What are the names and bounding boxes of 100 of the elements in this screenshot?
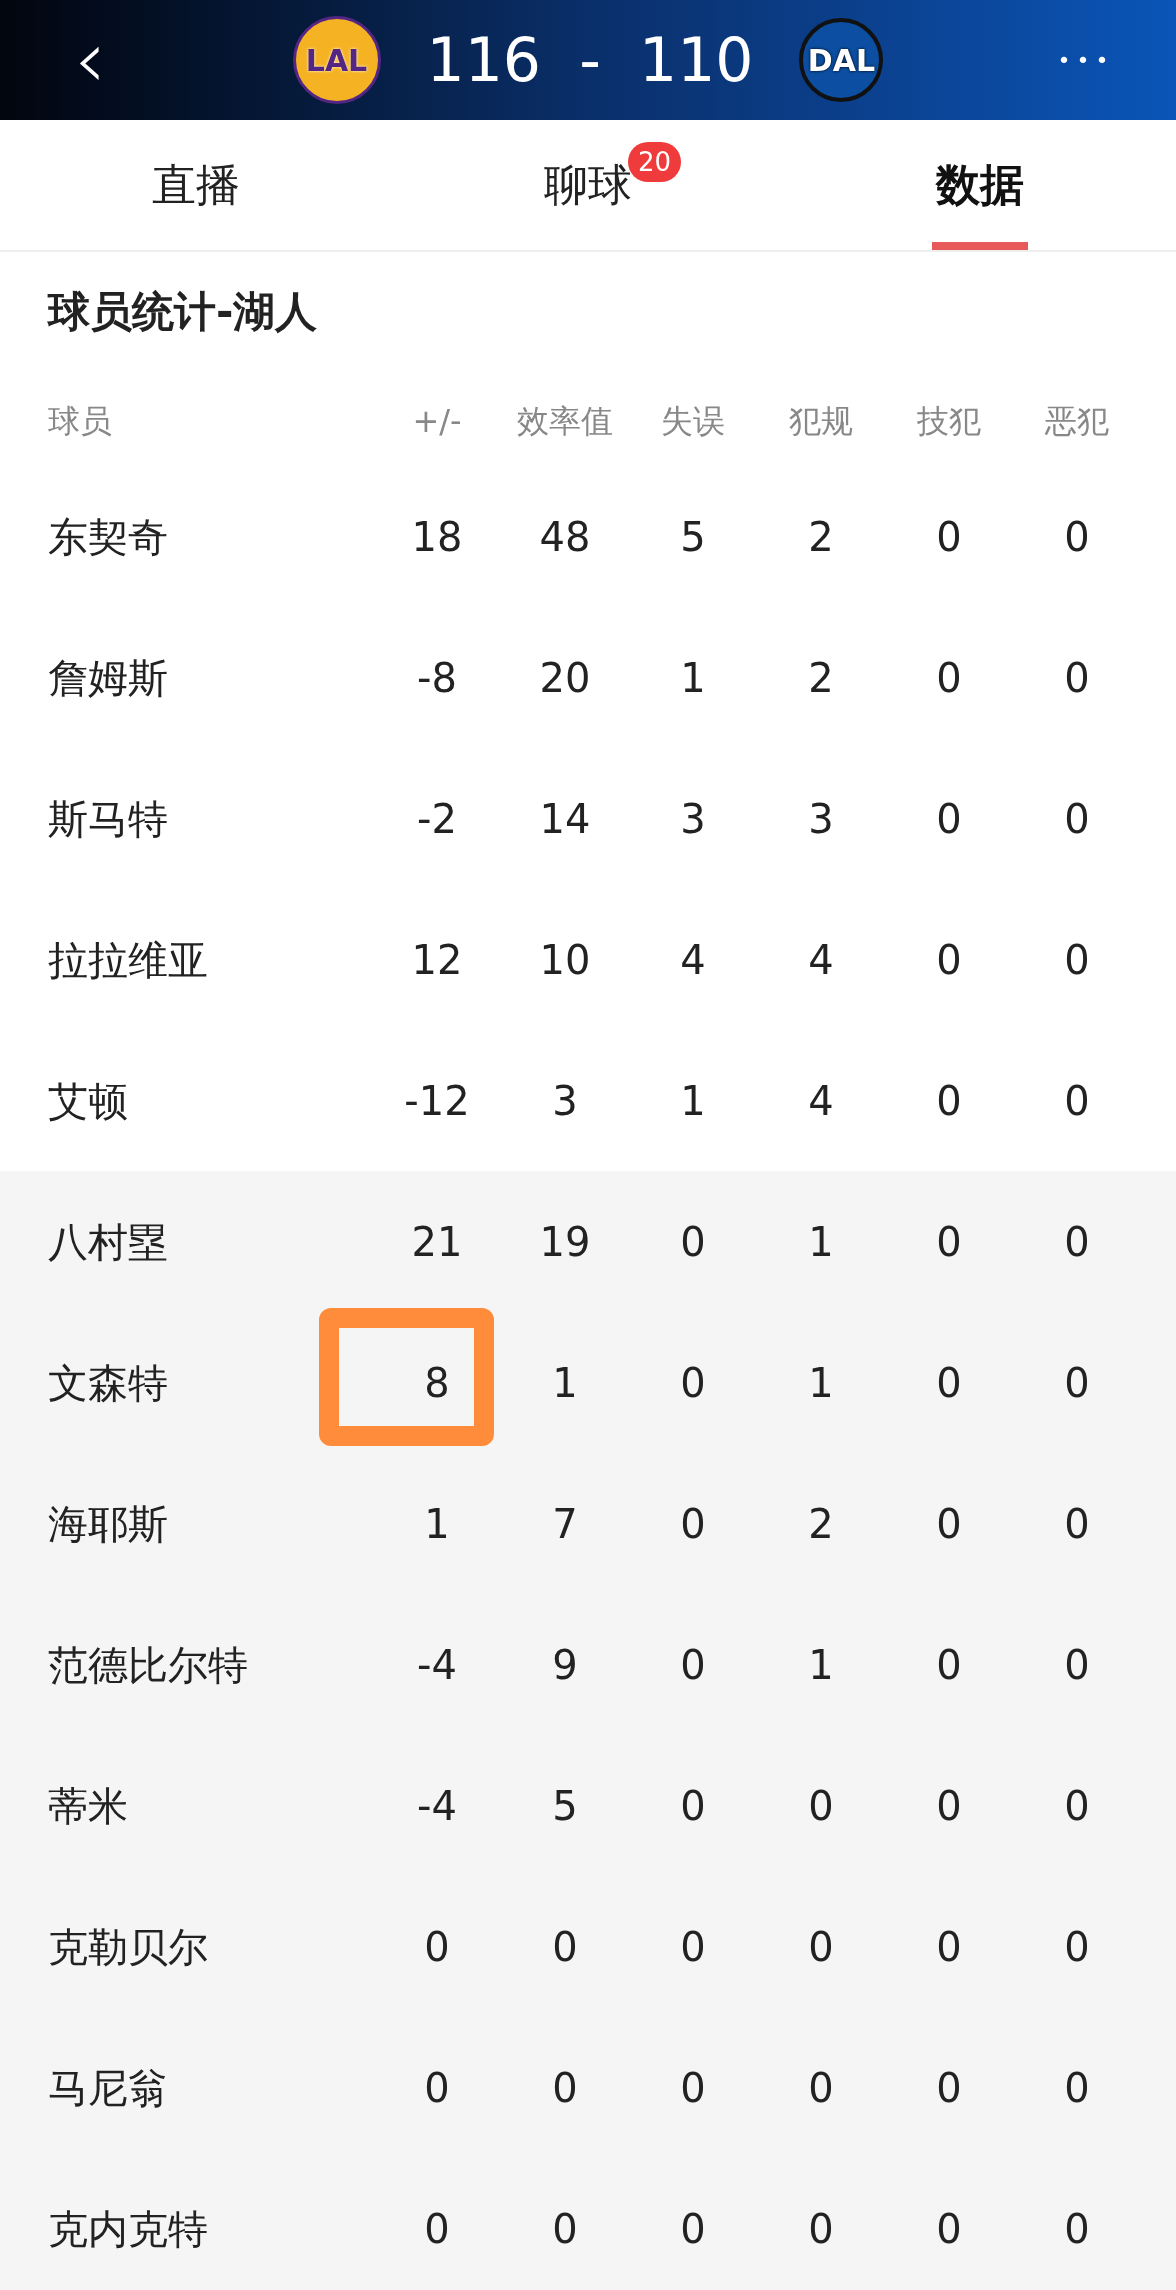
table-cell-text: 0 bbox=[935, 1358, 963, 1408]
table-cell-text: 0 bbox=[1063, 1922, 1091, 1972]
table-cell-text: 文森特 bbox=[48, 1358, 169, 1408]
table-cell-text: 0 bbox=[935, 2063, 963, 2113]
table-cell-text: 克内克特 bbox=[48, 2204, 209, 2254]
table-cell-text: 1 bbox=[679, 653, 707, 703]
table-cell-text: 0 bbox=[423, 2204, 451, 2254]
table-cell-text: 12 bbox=[410, 935, 464, 985]
table-cell-text: 14 bbox=[538, 794, 592, 844]
column-header: 效率值 bbox=[516, 401, 614, 442]
table-cell-text: 0 bbox=[935, 1076, 963, 1126]
table-cell-text: 0 bbox=[679, 1640, 707, 1690]
table-cell-text: 5 bbox=[551, 1781, 579, 1831]
table-cell-text: 48 bbox=[538, 512, 592, 562]
table-cell-text: 海耶斯 bbox=[48, 1499, 169, 1549]
table-cell-text: 7 bbox=[551, 1499, 579, 1549]
table-cell-text: 0 bbox=[423, 2063, 451, 2113]
table-cell-text: 0 bbox=[935, 935, 963, 985]
column-header: +/- bbox=[411, 401, 463, 442]
table-cell-text: 1 bbox=[551, 1358, 579, 1408]
table-cell-text: 0 bbox=[935, 1640, 963, 1690]
table-cell-text: 0 bbox=[679, 1499, 707, 1549]
column-header: 失误 bbox=[660, 401, 726, 442]
table-cell-text: 0 bbox=[935, 1922, 963, 1972]
more-button[interactable]: ••• bbox=[1056, 43, 1116, 77]
column-header: 恶犯 bbox=[1044, 401, 1110, 442]
table-cell-text: 4 bbox=[807, 1076, 835, 1126]
score: 116 - 110 bbox=[426, 24, 754, 97]
table-cell-text: 0 bbox=[551, 1922, 579, 1972]
table-cell-text: 0 bbox=[679, 1922, 707, 1972]
table-cell-text: 0 bbox=[935, 1499, 963, 1549]
table-cell-text: 3 bbox=[807, 794, 835, 844]
table-cell-text: 1 bbox=[679, 1076, 707, 1126]
team-logo: LAL bbox=[292, 16, 381, 104]
table-cell-text: 0 bbox=[807, 2063, 835, 2113]
table-cell-text: 0 bbox=[1063, 935, 1091, 985]
table-cell-text: 2 bbox=[807, 1499, 835, 1549]
table-cell-text: 0 bbox=[935, 794, 963, 844]
table-cell-text: 斯马特 bbox=[48, 794, 169, 844]
table-cell-text: 19 bbox=[538, 1217, 592, 1267]
table-cell-text: 0 bbox=[1063, 1499, 1091, 1549]
table-cell-text: 拉拉维亚 bbox=[48, 935, 209, 985]
table-cell-text: 4 bbox=[807, 935, 835, 985]
table-cell-text: 0 bbox=[935, 1217, 963, 1267]
table-cell-text: 0 bbox=[423, 1922, 451, 1972]
table-cell-text: 0 bbox=[1063, 1640, 1091, 1690]
table-cell-text: 0 bbox=[1063, 2204, 1091, 2254]
tab[interactable]: 数据 bbox=[784, 120, 1176, 250]
tab[interactable]: 直播 bbox=[0, 120, 392, 250]
table-cell-text: 0 bbox=[1063, 2063, 1091, 2113]
table-cell-text: 马尼翁 bbox=[48, 2063, 169, 2113]
table-cell-text: 0 bbox=[1063, 1076, 1091, 1126]
table-cell-text: 0 bbox=[679, 2204, 707, 2254]
table-cell-text: 0 bbox=[935, 653, 963, 703]
table-cell-text: 东契奇 bbox=[48, 512, 169, 562]
back-button[interactable]: ‹ bbox=[60, 20, 120, 100]
table-cell-text: 0 bbox=[807, 1922, 835, 1972]
table-cell-text: 八村塁 bbox=[48, 1217, 169, 1267]
table-cell-text: 0 bbox=[1063, 653, 1091, 703]
table-cell-text: 0 bbox=[679, 1358, 707, 1408]
table-cell-text: 艾顿 bbox=[48, 1076, 129, 1126]
table-cell-text: 0 bbox=[679, 2063, 707, 2113]
table-cell-text: 1 bbox=[807, 1358, 835, 1408]
table-cell-text: 0 bbox=[1063, 1358, 1091, 1408]
table-cell-text: 10 bbox=[538, 935, 592, 985]
table-cell-text: 克勒贝尔 bbox=[48, 1922, 209, 1972]
table-cell-text: 3 bbox=[679, 794, 707, 844]
table-cell-text: 0 bbox=[679, 1217, 707, 1267]
table-cell-text: 4 bbox=[679, 935, 707, 985]
table-cell-text: -4 bbox=[416, 1781, 458, 1831]
table-cell-text: 0 bbox=[1063, 1781, 1091, 1831]
column-header: 球员 bbox=[48, 401, 113, 442]
table-cell-text: 0 bbox=[935, 1781, 963, 1831]
table-cell-text: 20 bbox=[538, 653, 592, 703]
table-cell-text: 0 bbox=[1063, 794, 1091, 844]
table-cell-text: -12 bbox=[403, 1076, 471, 1126]
column-header: 技犯 bbox=[916, 401, 982, 442]
table-cell-text: 1 bbox=[807, 1640, 835, 1690]
table-cell-text: 3 bbox=[551, 1076, 579, 1126]
team-logo: DAL bbox=[799, 18, 884, 102]
table-cell-text: 蒂米 bbox=[48, 1781, 129, 1831]
table-cell-text: -8 bbox=[416, 653, 458, 703]
table-cell-text: 0 bbox=[1063, 512, 1091, 562]
table-cell-text: 0 bbox=[807, 2204, 835, 2254]
column-header: 犯规 bbox=[788, 401, 854, 442]
table-cell-text: 0 bbox=[679, 1781, 707, 1831]
table-cell-text: -4 bbox=[416, 1640, 458, 1690]
table-cell-text: 5 bbox=[679, 512, 707, 562]
table-cell-text: 0 bbox=[1063, 1217, 1091, 1267]
table-cell-text: 1 bbox=[807, 1217, 835, 1267]
table-cell-text: 0 bbox=[935, 2204, 963, 2254]
table-cell-text: -2 bbox=[416, 794, 458, 844]
table-cell-text: 2 bbox=[807, 653, 835, 703]
table-cell-text: 詹姆斯 bbox=[48, 653, 169, 703]
table-cell-text: 18 bbox=[410, 512, 464, 562]
section-title: 球员统计-湖人 bbox=[46, 286, 319, 338]
table-cell-text: 1 bbox=[423, 1499, 451, 1549]
table-cell-text: 9 bbox=[551, 1640, 579, 1690]
table-cell-text: 0 bbox=[551, 2204, 579, 2254]
table-cell-text: 0 bbox=[551, 2063, 579, 2113]
